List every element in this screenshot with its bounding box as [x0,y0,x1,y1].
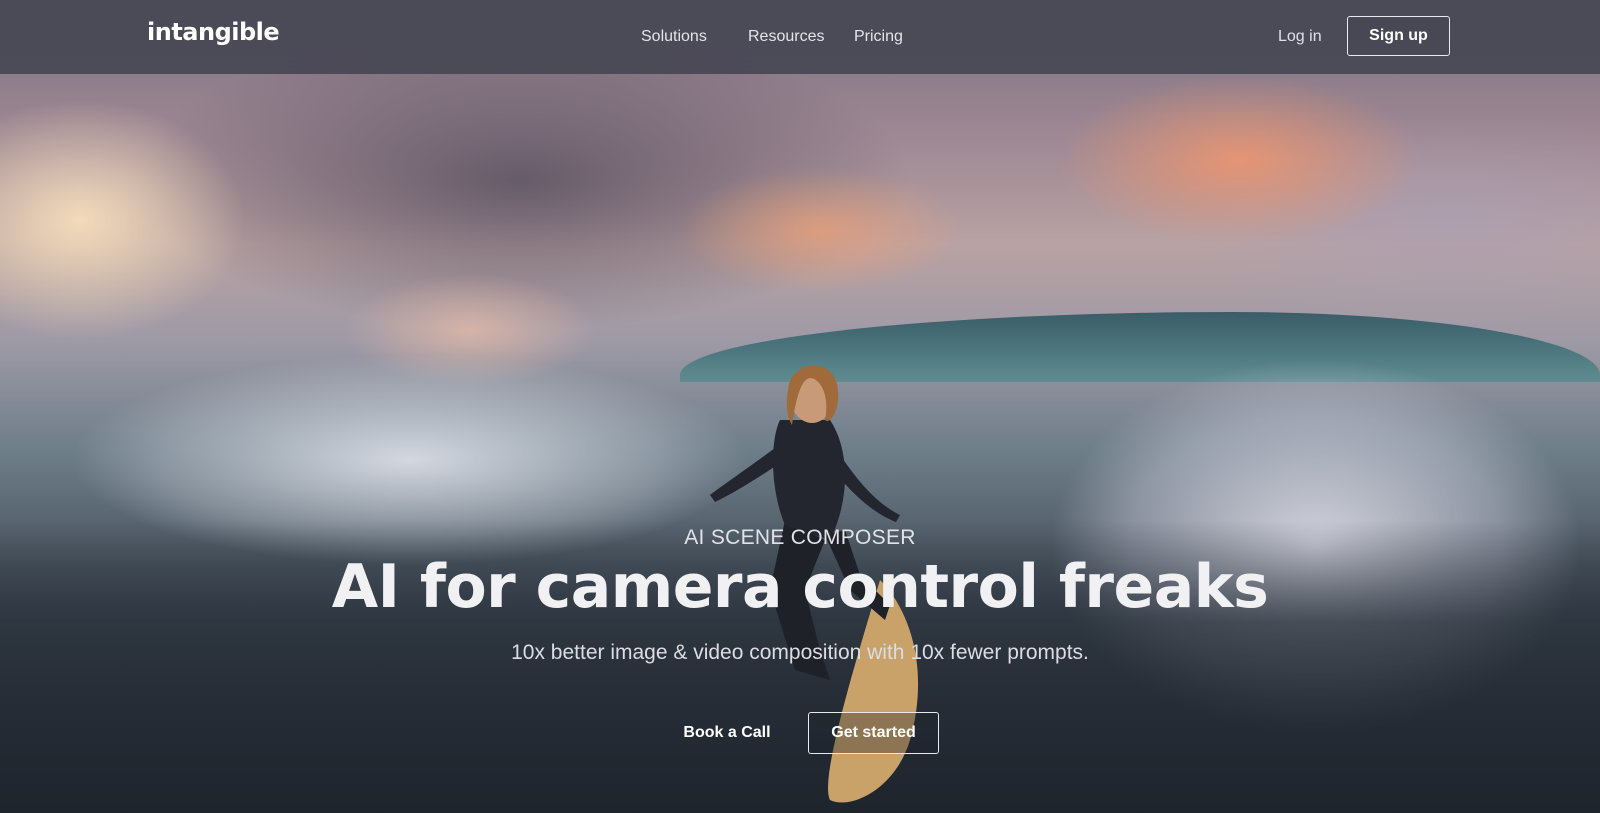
brand-logo[interactable]: intangible [147,18,280,46]
hero-background-image [0,0,1600,813]
hero-subheadline: 10x better image & video composition wit… [511,641,1089,664]
signup-button[interactable]: Sign up [1347,16,1450,56]
nav-item-pricing[interactable]: Pricing [854,28,903,46]
nav-item-resources[interactable]: Resources [748,28,824,46]
hero-eyebrow: AI SCENE COMPOSER [684,526,916,549]
book-call-button[interactable]: Book a Call [668,712,786,754]
top-navbar: intangible Solutions Resources Pricing L… [0,0,1600,74]
get-started-button[interactable]: Get started [808,712,939,754]
landing-page: intangible Solutions Resources Pricing L… [0,0,1600,813]
hero-headline: AI for camera control freaks [331,552,1269,622]
login-link[interactable]: Log in [1278,28,1322,46]
nav-item-solutions[interactable]: Solutions [641,28,707,46]
